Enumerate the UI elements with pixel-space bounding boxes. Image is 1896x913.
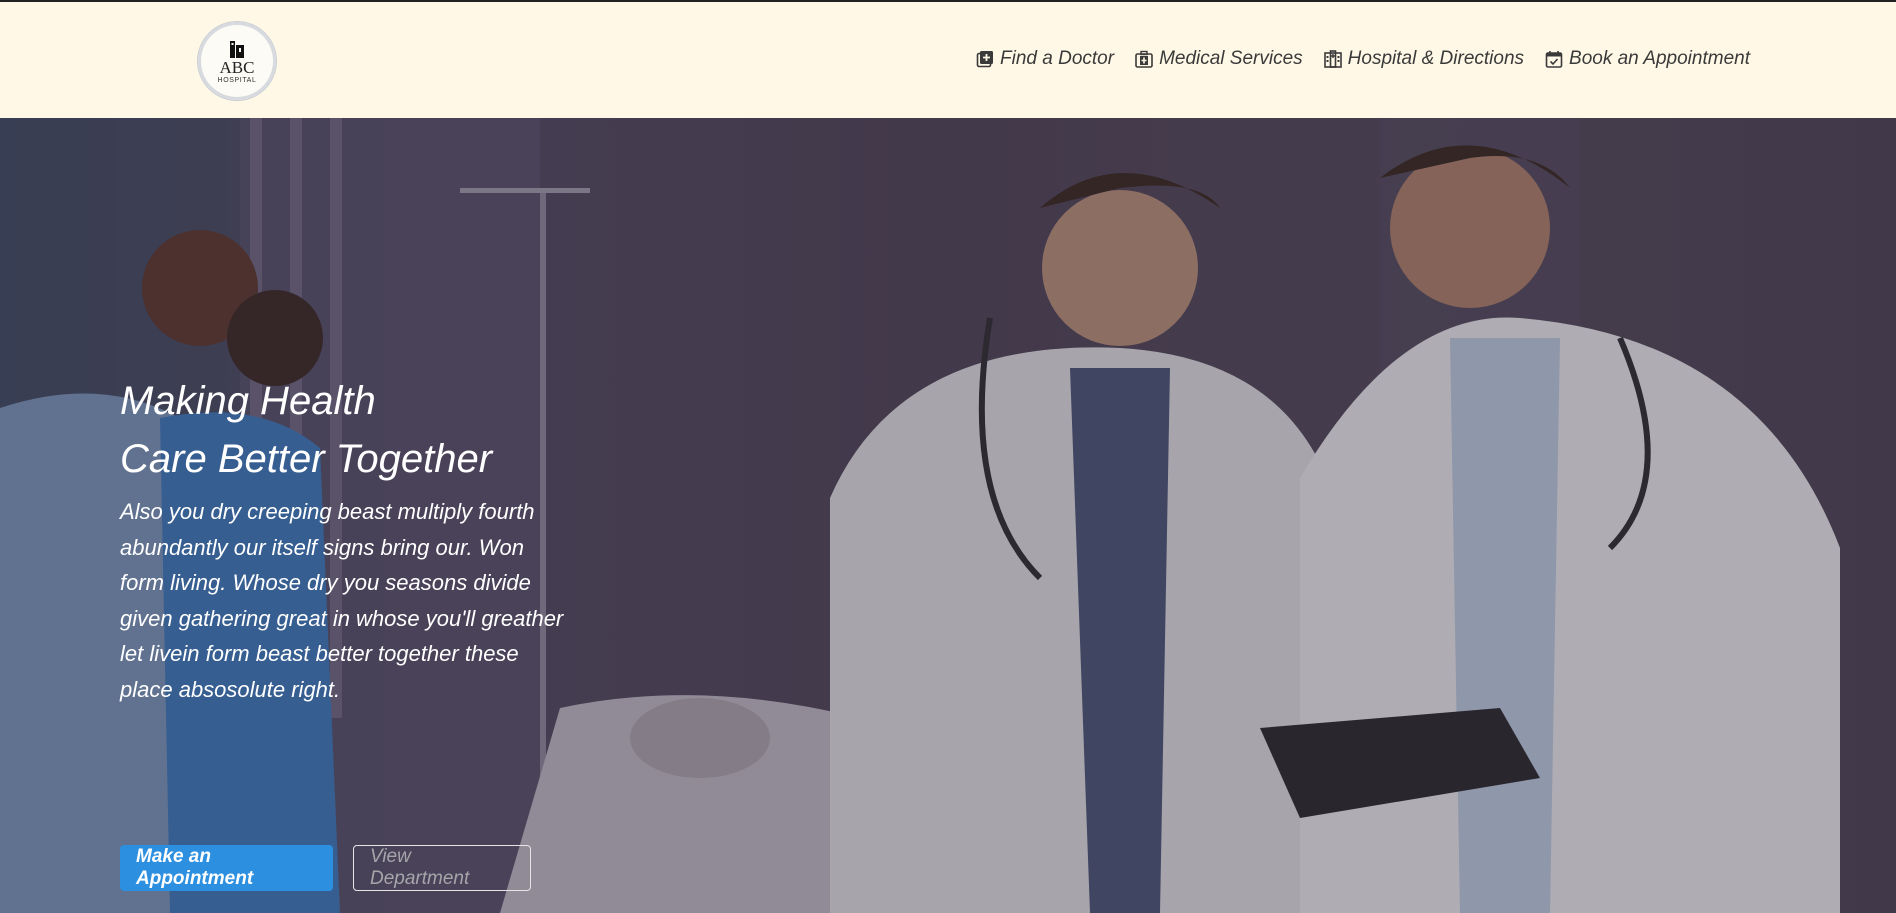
hero-title-line-1: Making Health [120, 379, 376, 423]
nav-medical-services[interactable]: Medical Services [1134, 48, 1303, 70]
nav-hospital-directions[interactable]: Hospital & Directions [1323, 48, 1524, 70]
hero-title-line-2: Care Better Together [120, 437, 493, 481]
hero-content: Making Health Care Better Together Also … [120, 372, 580, 707]
nav-label: Medical Services [1159, 48, 1303, 69]
nav-find-a-doctor[interactable]: Find a Doctor [975, 48, 1114, 70]
nav-label: Hospital & Directions [1347, 48, 1525, 69]
hospital-logo[interactable]: ABC HOSPITAL [198, 22, 276, 100]
hero-buttons: Make an Appointment View Department [120, 845, 531, 891]
logo-name: ABC [219, 58, 255, 77]
calendar-check-icon [1545, 51, 1563, 68]
logo-subtitle: HOSPITAL [217, 77, 257, 84]
medical-kit-icon [1135, 50, 1153, 68]
nav-book-appointment[interactable]: Book an Appointment [1544, 48, 1750, 70]
nav-label: Book an Appointment [1569, 48, 1750, 69]
hero-description: Also you dry creeping beast multiply fou… [120, 499, 564, 702]
doctor-plus-icon [976, 51, 994, 68]
hospital-building-icon [1323, 50, 1342, 68]
site-header: ABC HOSPITAL Find a Doctor Medical Servi… [0, 0, 1896, 118]
view-department-button[interactable]: View Department [353, 845, 531, 891]
main-nav: Find a Doctor Medical Services Hospital … [975, 48, 1750, 70]
hospital-building-logo-icon [230, 41, 244, 58]
make-appointment-button[interactable]: Make an Appointment [120, 845, 333, 891]
hero-title: Making Health Care Better Together [120, 372, 580, 488]
nav-label: Find a Doctor [1000, 48, 1115, 69]
